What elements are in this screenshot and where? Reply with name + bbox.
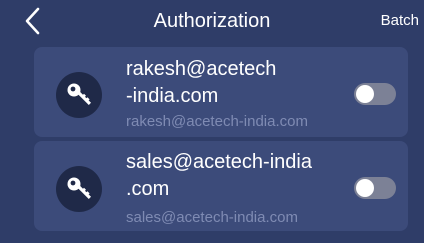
account-name: sales@acetech-india .com bbox=[126, 149, 358, 203]
key-icon bbox=[67, 83, 91, 105]
account-item[interactable]: sales@acetech-india .com sales@acetech-i… bbox=[34, 141, 408, 231]
account-item[interactable]: rakesh@acetech -india.com rakesh@acetech… bbox=[34, 47, 408, 137]
page-title: Authorization bbox=[153, 10, 271, 32]
account-name-line1: rakesh@acetech bbox=[126, 58, 277, 80]
header-bar: Authorization Batch bbox=[0, 0, 424, 44]
key-icon bbox=[67, 177, 91, 199]
account-subtitle: sales@acetech-india.com bbox=[126, 209, 298, 226]
account-name-line2: .com bbox=[126, 178, 170, 200]
account-name: rakesh@acetech -india.com bbox=[126, 56, 358, 110]
key-avatar bbox=[56, 72, 102, 118]
toggle-knob bbox=[356, 85, 374, 103]
key-avatar bbox=[56, 166, 102, 212]
batch-button[interactable]: Batch bbox=[381, 12, 419, 30]
toggle-knob bbox=[356, 179, 374, 197]
account-toggle[interactable] bbox=[354, 177, 396, 199]
account-name-line2: -india.com bbox=[126, 85, 219, 107]
account-name-line1: sales@acetech-india bbox=[126, 151, 312, 173]
account-subtitle: rakesh@acetech-india.com bbox=[126, 113, 308, 130]
account-toggle[interactable] bbox=[354, 83, 396, 105]
